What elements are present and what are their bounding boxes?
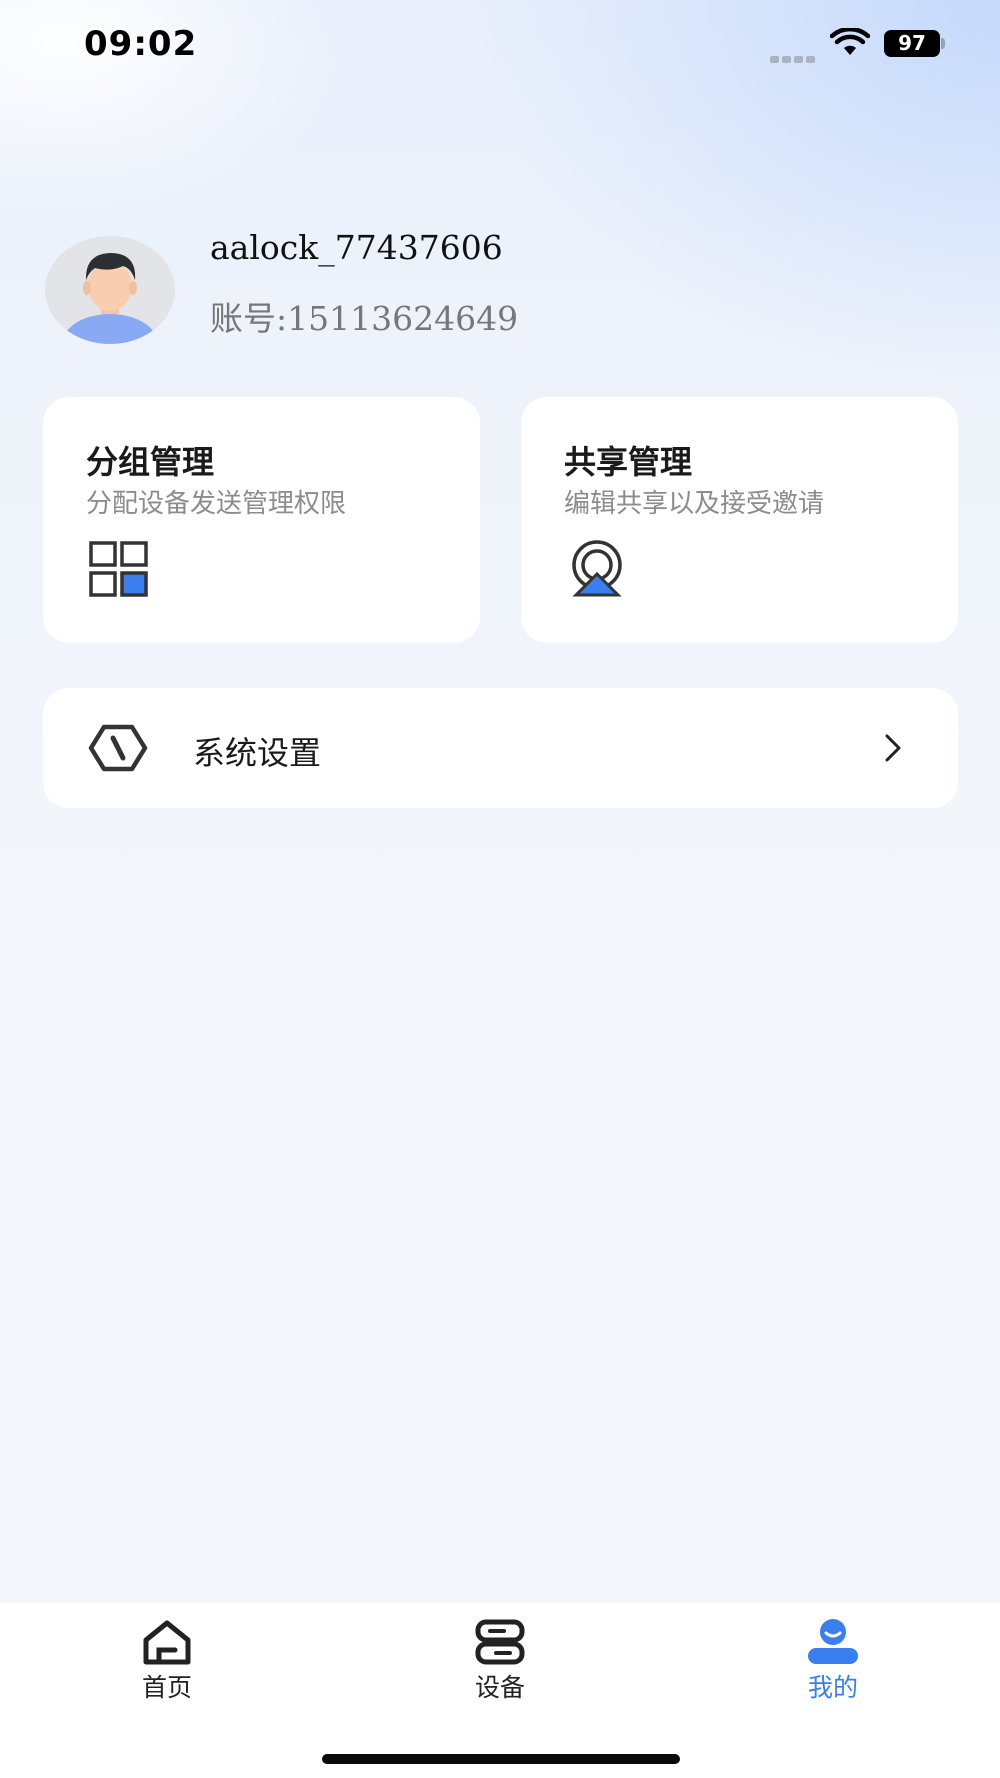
group-management-card[interactable]: 分组管理 分配设备发送管理权限 [43, 397, 480, 643]
share-icon [572, 540, 622, 597]
card-subtitle: 编辑共享以及接受邀请 [564, 489, 825, 519]
status-time: 09:02 [84, 24, 198, 64]
settings-label: 系统设置 [193, 734, 322, 772]
tab-profile[interactable]: 我的 [763, 1618, 903, 1708]
group-grid-icon [89, 541, 148, 597]
device-icon [475, 1619, 525, 1665]
cellular-signal-icon [770, 48, 818, 67]
battery-level: 97 [884, 30, 940, 57]
wifi-icon [830, 28, 870, 55]
tab-label: 首页 [141, 1673, 192, 1702]
bottom-tab-bar: 首页 设备 我的 [0, 1603, 1000, 1778]
home-icon [143, 1620, 191, 1665]
chevron-right-icon [885, 734, 901, 762]
share-management-card[interactable]: 共享管理 编辑共享以及接受邀请 [521, 397, 958, 643]
card-title: 共享管理 [564, 443, 693, 481]
battery-icon: 97 [884, 30, 945, 57]
avatar[interactable] [45, 236, 175, 344]
card-subtitle: 分配设备发送管理权限 [86, 489, 347, 519]
status-bar: 09:02 97 [0, 0, 1000, 90]
settings-hexagon-icon [88, 724, 148, 772]
profile-icon [808, 1619, 858, 1664]
home-indicator [322, 1754, 680, 1764]
avatar-person-icon [62, 253, 158, 344]
system-settings-row[interactable]: 系统设置 [43, 688, 958, 808]
username: aalock_77437606 [210, 228, 503, 267]
tab-label: 设备 [474, 1673, 525, 1702]
card-title: 分组管理 [86, 443, 215, 481]
tab-home[interactable]: 首页 [97, 1618, 237, 1708]
tab-label: 我的 [807, 1673, 858, 1702]
account-number: 账号:15113624649 [210, 299, 519, 338]
tab-devices[interactable]: 设备 [430, 1618, 570, 1708]
